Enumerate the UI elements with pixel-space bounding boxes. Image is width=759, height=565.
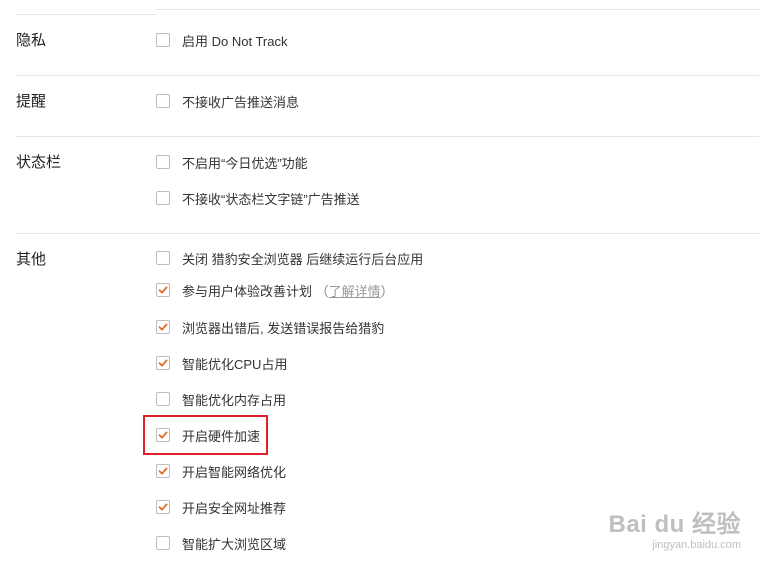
option-label: 智能优化CPU占用	[182, 356, 288, 372]
option-label: 浏览器出错后, 发送错误报告给猎豹	[182, 320, 385, 336]
divider-statusbar	[16, 233, 759, 234]
option-expand-browse-area[interactable]: 智能扩大浏览区域	[156, 533, 286, 553]
checkbox[interactable]	[156, 251, 170, 265]
option-do-not-track[interactable]: 启用 Do Not Track	[156, 30, 287, 50]
checkbox[interactable]	[156, 191, 170, 205]
option-no-statusbar-text-ads[interactable]: 不接收“状态栏文字链”广告推送	[156, 188, 360, 208]
option-label: 开启安全网址推荐	[182, 500, 287, 516]
section-title-statusbar: 状态栏	[16, 154, 62, 171]
paren-close: ）	[380, 283, 394, 299]
divider-reminder	[16, 136, 759, 137]
option-smart-network[interactable]: 开启智能网络优化	[156, 461, 286, 481]
option-send-error-report[interactable]: 浏览器出错后, 发送错误报告给猎豹	[156, 317, 384, 337]
checkbox[interactable]	[156, 33, 170, 47]
checkmark-icon	[158, 359, 168, 367]
option-label: 启用 Do Not Track	[182, 33, 288, 49]
checkbox[interactable]	[156, 356, 170, 370]
option-safe-url-recommend[interactable]: 开启安全网址推荐	[156, 497, 286, 517]
checkbox[interactable]	[156, 464, 170, 478]
checkmark-icon	[158, 503, 168, 511]
option-label: 智能扩大浏览区域	[182, 536, 287, 552]
option-optimize-memory[interactable]: 智能优化内存占用	[156, 389, 286, 409]
checkbox[interactable]	[156, 94, 170, 108]
divider-top	[16, 14, 156, 15]
checkmark-icon	[158, 286, 168, 294]
watermark-brand: Bai du 经验	[608, 511, 741, 538]
option-user-experience-program[interactable]: 参与用户体验改善计划 （了解详情）	[156, 280, 394, 300]
option-label: 不接收广告推送消息	[182, 94, 300, 110]
option-text: 参与用户体验改善计划	[182, 283, 313, 299]
watermark-url: jingyan.baidu.com	[652, 539, 741, 551]
option-disable-today-picks[interactable]: 不启用“今日优选”功能	[156, 152, 308, 172]
checkmark-icon	[158, 323, 168, 331]
checkbox[interactable]	[156, 283, 170, 297]
section-title-other: 其他	[16, 251, 47, 268]
checkbox[interactable]	[156, 320, 170, 334]
divider-privacy	[16, 75, 759, 76]
option-label: 开启智能网络优化	[182, 464, 287, 480]
checkbox[interactable]	[156, 500, 170, 514]
paren-open: （	[315, 283, 329, 299]
section-title-reminder: 提醒	[16, 93, 47, 110]
checkbox[interactable]	[156, 392, 170, 406]
checkmark-icon	[158, 467, 168, 475]
checkbox[interactable]	[156, 155, 170, 169]
watermark: Bai du 经验 jingyan.baidu.com	[608, 504, 741, 551]
divider-top-right	[156, 9, 759, 10]
option-label: 关闭 猎豹安全浏览器 后继续运行后台应用	[182, 251, 424, 267]
checkbox[interactable]	[156, 536, 170, 550]
option-label: 不启用“今日优选”功能	[182, 155, 308, 171]
section-title-privacy: 隐私	[16, 32, 47, 49]
learn-more-link[interactable]: 了解详情	[329, 284, 381, 299]
option-label: 智能优化内存占用	[182, 392, 287, 408]
option-label: 参与用户体验改善计划 （了解详情）	[182, 281, 394, 300]
option-label: 不接收“状态栏文字链”广告推送	[182, 191, 360, 207]
option-no-ad-push[interactable]: 不接收广告推送消息	[156, 91, 299, 111]
option-optimize-cpu[interactable]: 智能优化CPU占用	[156, 353, 287, 373]
option-background-apps[interactable]: 关闭 猎豹安全浏览器 后继续运行后台应用	[156, 248, 423, 268]
highlight-box	[143, 415, 268, 455]
